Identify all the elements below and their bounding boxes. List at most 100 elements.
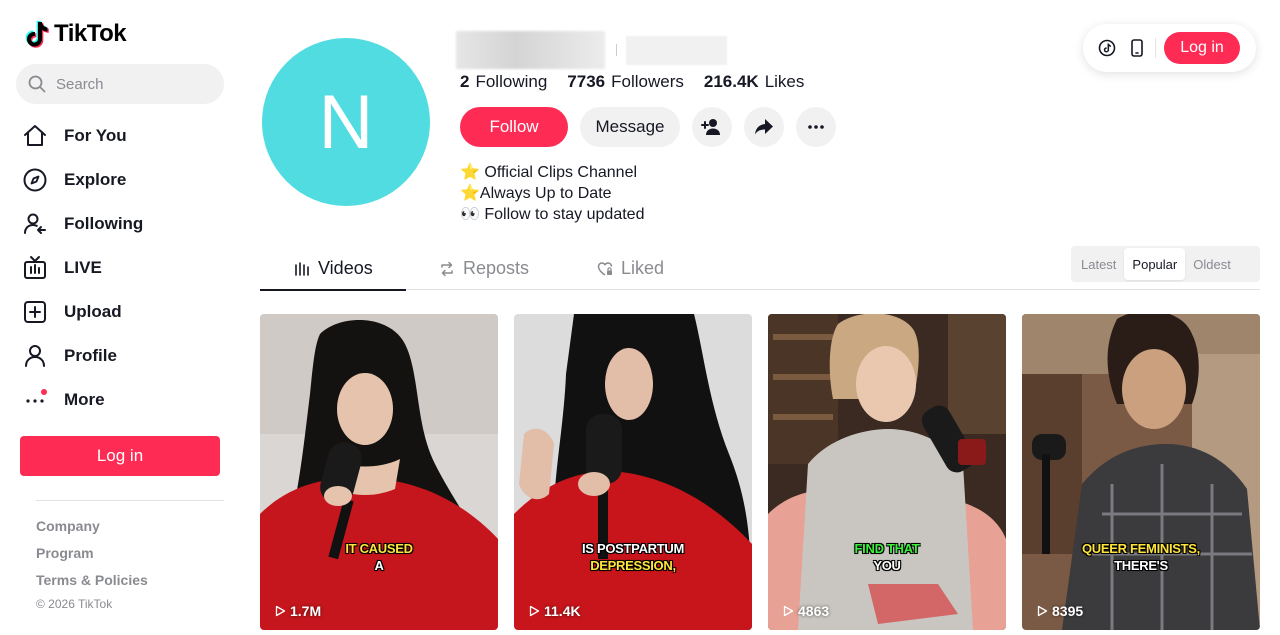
sidebar-item-live[interactable]: LIVE — [20, 246, 230, 290]
tab-liked[interactable]: Liked — [597, 248, 664, 289]
following-icon — [24, 213, 46, 234]
sidebar-item-explore[interactable]: Explore — [20, 158, 230, 202]
copyright: © 2026 TikTok — [36, 597, 113, 611]
tiktok-logo[interactable]: TikTok — [24, 20, 127, 48]
sidebar-item-for-you[interactable]: For You — [20, 114, 230, 158]
caption-line: THERE'S — [1114, 558, 1168, 573]
sidebar: TikTok For You Explore Following LIVE Up… — [0, 0, 240, 635]
tab-label: Videos — [318, 258, 373, 278]
share-icon — [755, 119, 773, 135]
video-thumbnail — [260, 314, 498, 630]
tab-label: Liked — [621, 258, 665, 278]
get-app-button[interactable] — [1127, 38, 1147, 58]
view-count: 4863 — [782, 603, 829, 619]
view-count-text: 1.7M — [290, 603, 322, 619]
header-divider — [1155, 38, 1156, 58]
tab-reposts[interactable]: Reposts — [439, 248, 529, 289]
profile-actions: Follow Message — [460, 107, 836, 147]
video-thumbnail — [514, 314, 752, 630]
avatar: N — [262, 38, 430, 206]
sidebar-item-label: Profile — [64, 346, 117, 365]
sidebar-item-label: More — [64, 390, 105, 409]
logo-text: TikTok — [54, 20, 127, 47]
tab-videos[interactable]: Videos — [294, 248, 373, 289]
followers-label: Followers — [611, 72, 684, 91]
play-icon — [529, 605, 540, 617]
following-stat[interactable]: 2 Following — [460, 72, 547, 92]
footer-link-company[interactable]: Company — [36, 518, 148, 545]
sidebar-item-label: LIVE — [64, 258, 102, 277]
sidebar-divider — [36, 500, 224, 501]
header-login-button[interactable]: Log in — [1164, 32, 1240, 64]
header-actions: Log in — [1083, 24, 1256, 72]
view-count: 8395 — [1036, 603, 1083, 619]
search-bar[interactable] — [16, 64, 224, 104]
video-card[interactable]: FIND THAT YOU 4863 — [768, 314, 1006, 630]
sidebar-item-label: For You — [64, 126, 127, 145]
video-caption: FIND THAT YOU — [768, 540, 1006, 574]
sidebar-item-following[interactable]: Following — [20, 202, 230, 246]
sidebar-item-more[interactable]: More — [20, 378, 230, 422]
name-separator — [616, 44, 617, 56]
video-card[interactable]: IS POSTPARTUM DEPRESSION, 11.4K — [514, 314, 752, 630]
bio-line: 👀 Follow to stay updated — [460, 206, 645, 223]
likes-count: 216.4K — [703, 72, 759, 91]
add-friend-button[interactable] — [692, 107, 732, 147]
sidebar-item-label: Explore — [64, 170, 127, 189]
view-count: 1.7M — [274, 603, 321, 619]
likes-stat: 216.4K Likes — [704, 72, 805, 92]
video-thumbnail — [1022, 314, 1260, 630]
upload-icon — [24, 301, 46, 323]
caption-line: QUEER FEMINISTS, — [1082, 541, 1200, 556]
share-button[interactable] — [744, 107, 784, 147]
footer-link-program[interactable]: Program — [36, 545, 148, 572]
footer-link-terms[interactable]: Terms & Policies — [36, 572, 148, 599]
caption-line: FIND THAT — [854, 541, 920, 556]
notification-dot — [41, 389, 47, 395]
more-icon — [22, 387, 48, 413]
phone-icon — [1131, 39, 1143, 57]
nickname-redacted — [626, 36, 727, 65]
followers-stat[interactable]: 7736 Followers — [567, 72, 684, 92]
home-icon — [24, 125, 46, 146]
video-caption: IS POSTPARTUM DEPRESSION, — [514, 540, 752, 574]
videos-tab-icon — [295, 261, 309, 276]
tab-label: Reposts — [463, 258, 530, 278]
profile-icon — [25, 345, 45, 367]
view-count-text: 11.4K — [544, 603, 581, 619]
sidebar-item-profile[interactable]: Profile — [20, 334, 230, 378]
video-thumbnail — [768, 314, 1006, 630]
follow-button[interactable]: Follow — [460, 107, 568, 147]
bio-line: ⭐Always Up to Date — [460, 185, 612, 202]
more-options-button[interactable] — [796, 107, 836, 147]
video-caption: QUEER FEMINISTS, THERE'S — [1022, 540, 1260, 574]
active-tab-underline — [260, 289, 406, 291]
caption-line: IT CAUSED — [345, 541, 413, 556]
sort-toggle: Latest Popular Oldest — [1071, 246, 1260, 282]
sort-oldest[interactable]: Oldest — [1185, 248, 1239, 280]
live-icon — [24, 256, 46, 279]
footer-links: Company Program Terms & Policies — [36, 518, 148, 599]
caption-line: IS POSTPARTUM — [581, 541, 685, 556]
caption-line: YOU — [873, 558, 901, 573]
video-grid: IT CAUSED A 1.7M IS POSTPARTUM DEPRESSIO… — [260, 314, 1260, 630]
likes-label: Likes — [764, 72, 805, 91]
profile-bio: ⭐ Official Clips Channel ⭐Always Up to D… — [460, 162, 644, 225]
following-label: Following — [475, 72, 548, 91]
message-button[interactable]: Message — [580, 107, 680, 147]
play-icon — [1037, 605, 1048, 617]
video-caption: IT CAUSED A — [260, 540, 498, 574]
sidebar-item-upload[interactable]: Upload — [20, 290, 230, 334]
search-input[interactable] — [56, 75, 216, 93]
sidebar-item-label: Upload — [64, 302, 122, 321]
search-icon — [28, 75, 46, 93]
sort-latest[interactable]: Latest — [1073, 248, 1124, 280]
video-card[interactable]: IT CAUSED A 1.7M — [260, 314, 498, 630]
view-count-text: 8395 — [1052, 603, 1084, 619]
caption-line: A — [374, 558, 384, 573]
sort-popular[interactable]: Popular — [1124, 248, 1186, 280]
sidebar-login-button[interactable]: Log in — [20, 436, 220, 476]
profile-stats: 2 Following 7736 Followers 216.4K Likes — [460, 72, 804, 92]
get-coins-button[interactable] — [1097, 38, 1117, 58]
video-card[interactable]: QUEER FEMINISTS, THERE'S 8395 — [1022, 314, 1260, 630]
